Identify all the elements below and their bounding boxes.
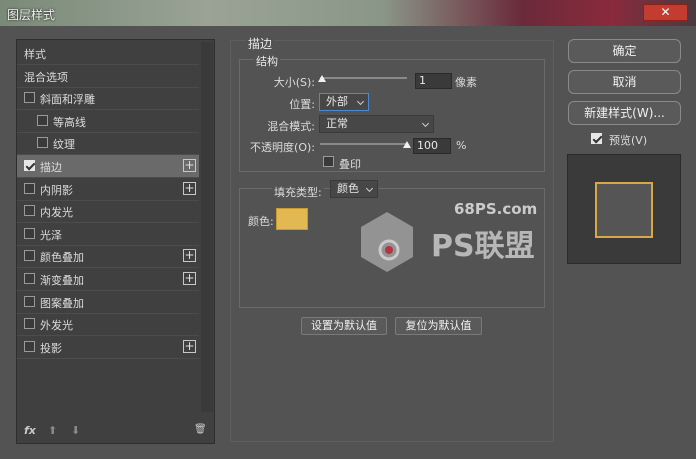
watermark-site: 68PS.com xyxy=(454,200,538,218)
fx-icon[interactable]: fx xyxy=(24,424,36,437)
structure-title: 结构 xyxy=(254,53,280,69)
style-item-9[interactable]: 颜色叠加 + xyxy=(17,245,199,269)
reset-default-button[interactable]: 复位为默认值 xyxy=(395,317,482,335)
style-item-label: 图案叠加 xyxy=(40,296,84,310)
add-effect-icon[interactable]: + xyxy=(183,272,196,285)
window-title: 图层样式 xyxy=(7,8,56,22)
position-value: 外部 xyxy=(326,95,348,108)
style-item-checkbox[interactable] xyxy=(24,340,35,352)
position-select[interactable]: 外部 xyxy=(319,93,369,111)
chevron-down-icon xyxy=(421,119,430,128)
style-item-checkbox[interactable] xyxy=(24,92,35,104)
style-item-checkbox[interactable] xyxy=(24,250,35,262)
add-effect-icon[interactable]: + xyxy=(183,181,196,195)
style-list-toolbar: fx ⬆ ⬇ 🗑 xyxy=(17,422,214,443)
close-icon[interactable]: ✕ xyxy=(660,5,670,19)
style-item-label: 渐变叠加 xyxy=(40,274,84,287)
style-item-3[interactable]: 等高线 xyxy=(17,110,199,133)
add-effect-icon[interactable]: + xyxy=(183,339,196,353)
style-item-label: 样式 xyxy=(24,48,46,61)
overprint-label: 叠印 xyxy=(339,158,361,171)
style-item-8[interactable]: 光泽 xyxy=(17,223,199,246)
scrollbar[interactable] xyxy=(201,42,213,412)
opacity-slider-track[interactable] xyxy=(320,143,407,145)
opacity-slider-knob[interactable] xyxy=(403,141,411,148)
fill-type-label: 填充类型: xyxy=(272,184,324,200)
style-item-checkbox[interactable] xyxy=(24,273,35,284)
stroke-section-title: 描边 xyxy=(246,35,275,52)
style-item-label: 混合选项 xyxy=(24,70,68,84)
style-item-checkbox[interactable] xyxy=(24,295,35,307)
style-item-label: 内阴影 xyxy=(40,183,73,197)
fill-type-select[interactable]: 颜色 xyxy=(330,180,378,198)
preview-checkbox[interactable] xyxy=(591,133,602,144)
style-item-2[interactable]: 斜面和浮雕 xyxy=(17,87,199,111)
preview-thumbnail xyxy=(567,154,681,264)
watermark-logo: 68PS.com PS联盟 xyxy=(357,200,537,310)
preview-label: 预览(V) xyxy=(609,134,648,147)
style-item-checkbox[interactable] xyxy=(37,114,48,126)
style-item-1[interactable]: 混合选项 xyxy=(17,65,199,88)
opacity-input[interactable]: 100 xyxy=(413,138,451,154)
style-item-label: 纹理 xyxy=(53,138,75,152)
chevron-down-icon xyxy=(365,184,374,193)
add-effect-icon[interactable]: + xyxy=(183,249,196,263)
position-label: 位置: xyxy=(289,98,315,111)
style-item-checkbox[interactable] xyxy=(24,205,35,217)
size-input[interactable]: 1 xyxy=(415,73,452,89)
blend-mode-value: 正常 xyxy=(326,117,348,130)
style-item-label: 内发光 xyxy=(40,206,73,220)
color-label: 颜色: xyxy=(248,215,274,228)
style-item-10[interactable]: 渐变叠加 + xyxy=(17,268,199,291)
overprint-checkbox[interactable] xyxy=(323,156,334,167)
style-item-label: 描边 xyxy=(40,161,62,174)
window-titlebar: 图层样式 ✕ xyxy=(0,0,696,26)
blend-mode-label: 混合模式: xyxy=(267,120,315,133)
move-up-icon[interactable]: ⬆ xyxy=(48,424,57,437)
style-item-label: 斜面和浮雕 xyxy=(40,93,95,107)
style-item-11[interactable]: 图案叠加 xyxy=(17,291,199,314)
trash-icon[interactable]: 🗑 xyxy=(194,424,207,435)
size-slider-knob[interactable] xyxy=(317,75,326,82)
move-down-icon[interactable]: ⬇ xyxy=(71,424,80,437)
style-item-label: 投影 xyxy=(40,341,62,355)
preview-shape xyxy=(595,182,653,238)
opacity-unit: % xyxy=(456,139,467,152)
color-swatch[interactable] xyxy=(276,208,308,230)
size-slider-track[interactable] xyxy=(320,77,407,79)
size-unit: 像素 xyxy=(455,76,477,89)
style-item-checkbox[interactable] xyxy=(24,160,35,171)
layer-style-dialog: 样式 混合选项 斜面和浮雕 等高线 纹理 描边 + 内阴影 + 内发光 光泽 颜色叠加 + 渐变叠加 + 图案… xyxy=(0,26,696,459)
style-item-6[interactable]: 内阴影 + xyxy=(17,178,199,201)
size-label: 大小(S): xyxy=(273,76,315,89)
style-item-label: 颜色叠加 xyxy=(40,251,84,265)
style-item-5[interactable]: 描边 + xyxy=(17,155,199,178)
style-item-4[interactable]: 纹理 xyxy=(17,132,199,156)
cancel-button[interactable]: 取消 xyxy=(568,70,681,94)
set-default-button[interactable]: 设置为默认值 xyxy=(301,317,387,335)
style-item-7[interactable]: 内发光 xyxy=(17,200,199,224)
style-list-panel: 样式混合选项斜面和浮雕等高线纹理描边 + 内阴影 + 内发光光泽颜色叠加 + 渐变叠加 + 图案… xyxy=(16,39,215,444)
style-item-13[interactable]: 投影 + xyxy=(17,336,199,359)
style-item-checkbox[interactable] xyxy=(24,227,35,239)
close-button[interactable]: ✕ xyxy=(643,4,688,21)
style-item-0[interactable]: 样式 xyxy=(17,42,199,65)
watermark-brand: PS联盟 xyxy=(431,229,535,264)
fill-type-value: 颜色 xyxy=(337,182,359,195)
style-item-label: 外发光 xyxy=(40,319,73,333)
blend-mode-select[interactable]: 正常 xyxy=(319,115,434,133)
new-style-button[interactable]: 新建样式(W)... xyxy=(568,101,681,125)
style-item-checkbox[interactable] xyxy=(37,137,48,149)
add-effect-icon[interactable]: + xyxy=(183,159,196,172)
chevron-down-icon xyxy=(356,97,365,106)
style-item-checkbox[interactable] xyxy=(24,182,35,194)
opacity-label: 不透明度(O): xyxy=(250,141,315,154)
ok-button[interactable]: 确定 xyxy=(568,39,681,63)
style-item-label: 等高线 xyxy=(53,115,86,129)
style-item-label: 光泽 xyxy=(40,228,62,242)
style-item-checkbox[interactable] xyxy=(24,318,35,330)
style-item-12[interactable]: 外发光 xyxy=(17,313,199,337)
